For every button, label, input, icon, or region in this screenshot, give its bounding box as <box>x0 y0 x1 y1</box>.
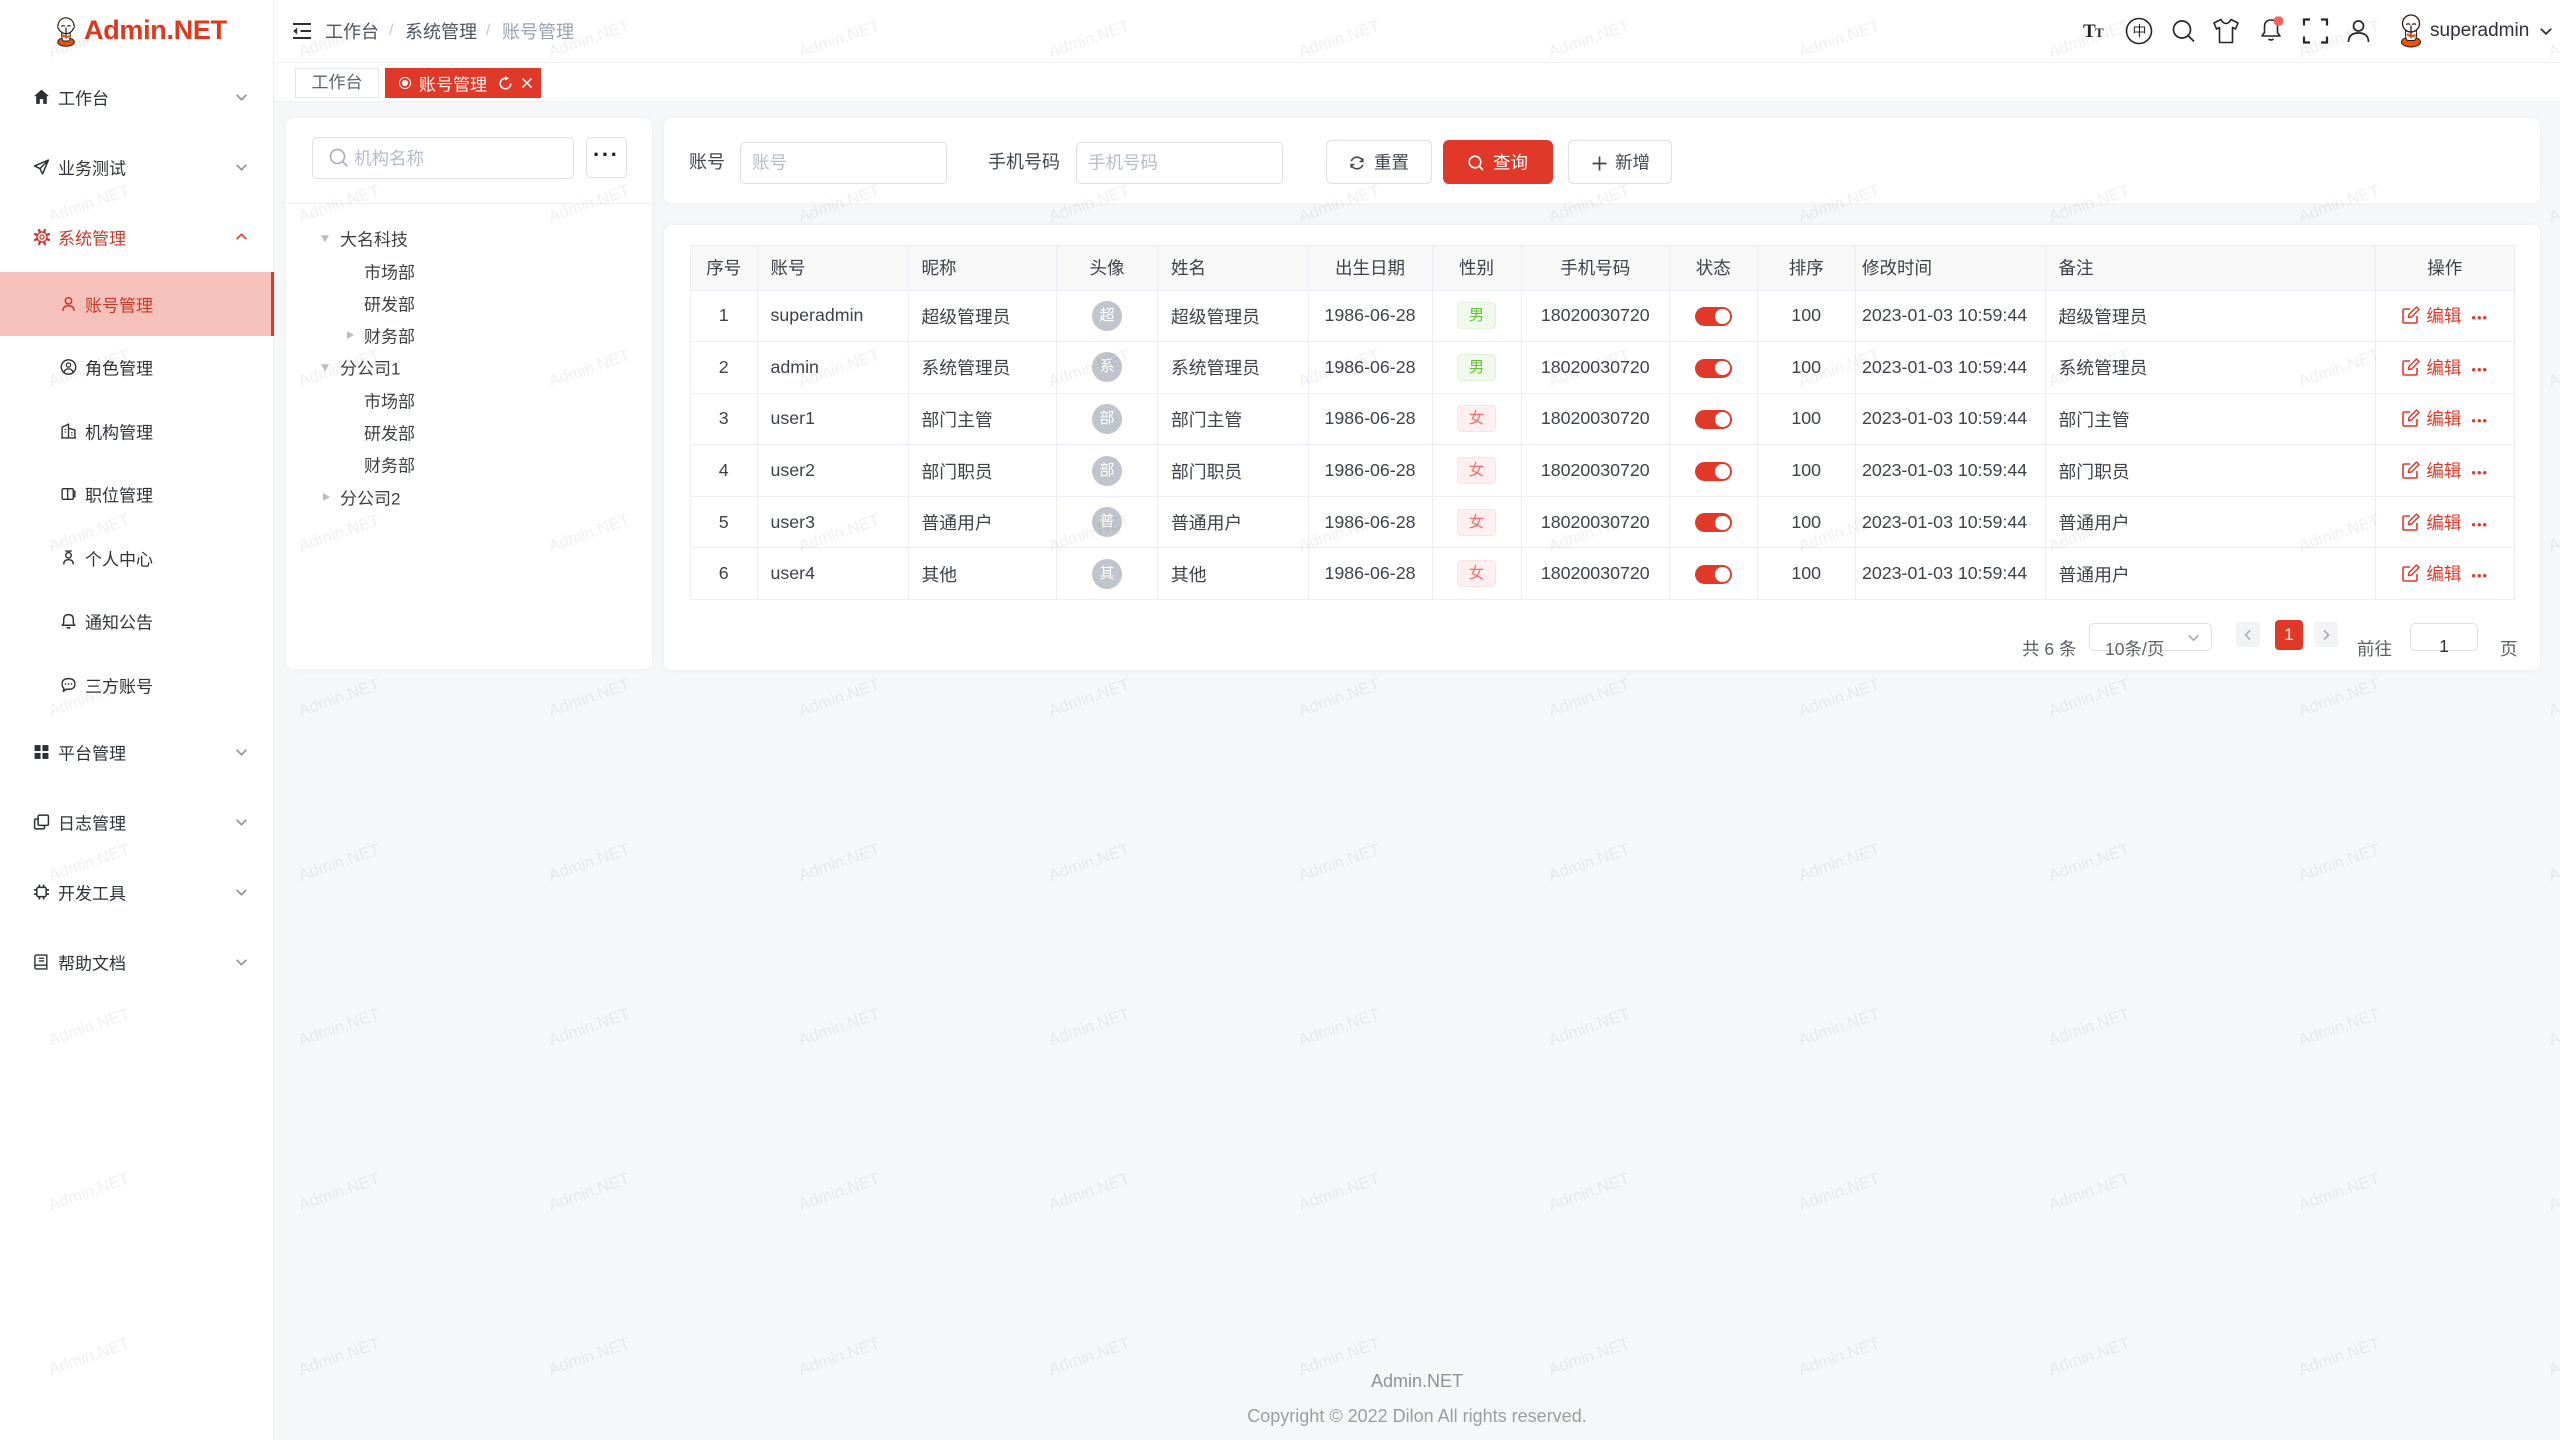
svg-text:中: 中 <box>2133 23 2147 39</box>
svg-text:T: T <box>2095 25 2104 40</box>
